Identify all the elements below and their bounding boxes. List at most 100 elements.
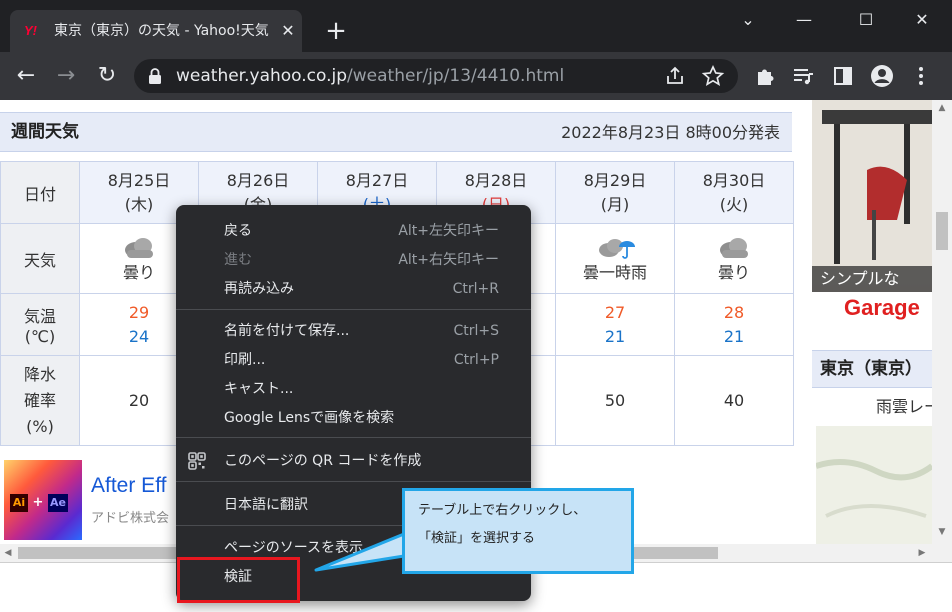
weekly-forecast-header: 週間天気 2022年8月23日 8時00分発表 (0, 112, 792, 152)
row-label-weather: 天気 (0, 223, 80, 294)
row-label-temperature: 気温 (℃) (0, 293, 80, 356)
scroll-up-arrow-icon[interactable]: ▲ (936, 102, 948, 114)
date-text: 8月29日 (583, 170, 647, 190)
url-text[interactable]: weather.yahoo.co.jp/weather/jp/13/4410.h… (176, 65, 564, 87)
maximize-button[interactable]: ☐ (846, 6, 886, 34)
browser-tab[interactable]: Y! 東京（東京）の天気 - Yahoo!天気 ✕ (10, 10, 302, 52)
vertical-scrollbar[interactable]: ▲ ▼ (932, 100, 952, 562)
callout-text-line: 「検証」を選択する (418, 531, 536, 546)
scroll-right-arrow-icon[interactable]: ▶ (916, 547, 928, 559)
menu-icon[interactable] (908, 64, 934, 88)
address-bar[interactable]: weather.yahoo.co.jp/weather/jp/13/4410.h… (134, 59, 738, 93)
row-label-precipitation: 降水確率 (%) (0, 355, 80, 446)
tab-title: 東京（東京）の天気 - Yahoo!天気 (54, 23, 269, 39)
menu-item-label: 進む (224, 252, 252, 268)
dow-text: (月) (600, 194, 630, 214)
dow-text: (火) (719, 194, 749, 214)
menu-item-reload[interactable]: 再読み込み Ctrl+R (176, 275, 531, 303)
ad-photo (812, 100, 932, 266)
after-effects-logo-icon: Ae (48, 494, 68, 512)
menu-item-shortcut: Ctrl+S (453, 323, 499, 339)
temperature-cell: 27 21 (555, 293, 675, 356)
menu-item-save-as[interactable]: 名前を付けて保存... Ctrl+S (176, 317, 531, 345)
profile-icon[interactable] (869, 64, 895, 88)
low-temp: 21 (604, 326, 626, 346)
temperature-cell: 28 21 (674, 293, 794, 356)
cloud-icon (720, 237, 748, 258)
menu-item-cast[interactable]: キャスト... (176, 375, 531, 403)
menu-separator (176, 437, 531, 438)
sidebar-ad[interactable]: シンプルな Garage (812, 100, 932, 324)
reload-button[interactable]: ↻ (93, 62, 121, 90)
weather-cell: 曇一時雨 (555, 223, 675, 294)
lock-icon[interactable] (148, 68, 162, 84)
scroll-down-arrow-icon[interactable]: ▼ (936, 526, 948, 538)
menu-item-shortcut: Alt+右矢印キー (398, 252, 499, 268)
weather-cell: 曇り (674, 223, 794, 294)
menu-item-label: キャスト... (224, 381, 294, 397)
menu-item-label: 日本語に翻訳 (224, 497, 308, 513)
url-host: weather.yahoo.co.jp (176, 66, 348, 86)
menu-item-qr-code[interactable]: このページの QR コードを作成 (176, 447, 531, 475)
menu-separator (176, 309, 531, 310)
side-panel-icon[interactable] (830, 64, 856, 88)
new-tab-button[interactable]: + (322, 18, 350, 46)
close-window-button[interactable]: ✕ (902, 6, 942, 34)
row-label-date: 日付 (0, 161, 80, 224)
instruction-callout: テーブル上で右クリックし、 「検証」を選択する (402, 488, 634, 574)
weather-label: 曇り (717, 262, 750, 282)
ad-brand: Garage (812, 292, 932, 324)
section-title: 週間天気 (11, 122, 79, 142)
menu-separator (176, 481, 531, 482)
row-label-line: 確率 (23, 390, 56, 410)
tab-close-icon[interactable]: ✕ (278, 19, 298, 43)
bookmark-star-icon[interactable] (700, 64, 726, 88)
date-text: 8月27日 (345, 170, 409, 190)
row-label-line: 気温 (23, 307, 56, 326)
back-button[interactable]: ← (12, 62, 40, 90)
illustrator-logo-icon: Ai (10, 494, 28, 512)
sidebar-heading-text: 東京（東京） (820, 359, 922, 379)
precipitation-cell: 40 (674, 355, 794, 446)
issued-date: 2022年8月23日 8時00分発表 (561, 123, 780, 142)
menu-item-google-lens[interactable]: Google Lensで画像を検索 (176, 404, 531, 432)
extensions-icon[interactable] (752, 64, 778, 88)
media-icon[interactable] (790, 64, 816, 88)
radar-map-thumbnail[interactable] (816, 426, 932, 556)
menu-item-back[interactable]: 戻る Alt+左矢印キー (176, 217, 531, 245)
menu-item-shortcut: Alt+左矢印キー (398, 223, 499, 239)
date-cell: 8月30日 (火) (674, 161, 794, 224)
ad-caption: シンプルな (812, 266, 932, 292)
share-icon[interactable] (662, 64, 688, 88)
url-path: /weather/jp/13/4410.html (347, 66, 565, 86)
ad-title-link[interactable]: After Eff (91, 474, 166, 498)
screenshot: Y! 東京（東京）の天気 - Yahoo!天気 ✕ + ⌄ — ☐ ✕ ← → … (0, 0, 952, 612)
menu-item-shortcut: Ctrl+R (452, 281, 499, 297)
forward-button[interactable]: → (52, 62, 80, 90)
menu-item-print[interactable]: 印刷... Ctrl+P (176, 346, 531, 374)
qr-code-icon (188, 452, 206, 470)
tab-search-chevron-icon[interactable]: ⌄ (728, 6, 768, 34)
menu-item-forward[interactable]: 進む Alt+右矢印キー (176, 246, 531, 274)
rain-radar-link[interactable]: 雨雲レー (876, 396, 932, 418)
row-label-line: (℃) (24, 327, 56, 346)
yahoo-favicon-icon: Y! (24, 23, 37, 38)
row-label-line: 降水 (23, 364, 56, 384)
menu-item-label: 印刷... (224, 352, 266, 368)
vertical-scroll-thumb[interactable] (936, 212, 948, 250)
date-text: 8月25日 (107, 170, 171, 190)
date-text: 8月28日 (464, 170, 528, 190)
cloud-icon (125, 237, 153, 258)
ad-thumbnail[interactable]: Ai + Ae (4, 460, 82, 540)
minimize-button[interactable]: — (784, 6, 824, 34)
weather-label: 曇一時雨 (582, 262, 647, 282)
menu-item-label: Google Lensで画像を検索 (224, 410, 395, 426)
date-text: 8月26日 (226, 170, 290, 190)
row-label-line: (%) (26, 416, 54, 436)
menu-item-label: 名前を付けて保存... (224, 323, 350, 339)
low-temp: 21 (723, 326, 745, 346)
date-text: 8月30日 (702, 170, 766, 190)
high-temp: 27 (604, 302, 626, 322)
scroll-left-arrow-icon[interactable]: ◀ (2, 547, 14, 559)
menu-item-label: このページの QR コードを作成 (224, 453, 422, 469)
